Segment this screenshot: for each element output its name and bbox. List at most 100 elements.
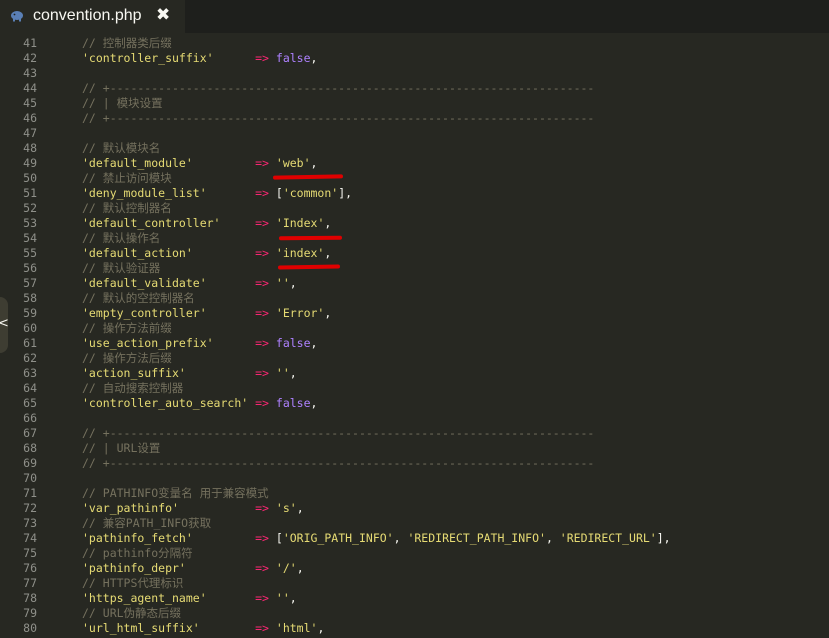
code-line[interactable]: 70 xyxy=(0,471,829,486)
code-line[interactable]: 80 'url_html_suffix' => 'html', xyxy=(0,621,829,636)
code-line[interactable]: 71 // PATHINFO变量名 用于兼容模式 xyxy=(0,486,829,501)
code-line[interactable]: 72 'var_pathinfo' => 's', xyxy=(0,501,829,516)
code-text: // 控制器类后缀 xyxy=(82,36,172,51)
code-line[interactable]: 51 'deny_module_list' => ['common'], xyxy=(0,186,829,201)
code-token: 'pathinfo_fetch' xyxy=(82,531,193,545)
code-line[interactable]: 77 // HTTPS代理标识 xyxy=(0,576,829,591)
tab-convention-php[interactable]: convention.php ✖ xyxy=(0,0,185,33)
code-token: , xyxy=(317,621,325,635)
code-line[interactable]: 59'empty_controller' => 'Error', xyxy=(0,306,829,321)
code-token: false xyxy=(275,51,311,65)
code-text: // 默认操作名 xyxy=(82,231,160,246)
line-number: 65 xyxy=(23,396,37,410)
code-token: => xyxy=(255,276,269,290)
code-line[interactable]: 53 'default_controller' => 'Index', xyxy=(0,216,829,231)
code-token: 'use_action_prefix' xyxy=(82,336,214,350)
code-text: // 操作方法前缀 xyxy=(82,321,172,336)
line-number: 42 xyxy=(23,51,37,65)
line-number: 78 xyxy=(23,591,37,605)
code-line[interactable]: 79 // URL伪静态后缀 xyxy=(0,606,829,621)
code-line[interactable]: 74 'pathinfo_fetch' => ['ORIG_PATH_INFO',… xyxy=(0,531,829,546)
tab-bar: convention.php ✖ xyxy=(0,0,829,33)
line-number: 43 xyxy=(23,66,37,80)
code-line[interactable]: 50 // 禁止访问模块 xyxy=(0,171,829,186)
code-text: // | 模块设置 xyxy=(82,96,163,111)
line-number: 74 xyxy=(23,531,37,545)
code-text: 'pathinfo_depr' => '/', xyxy=(82,561,304,576)
code-line[interactable]: 64 // 自动搜索控制器 xyxy=(0,381,829,396)
code-token: => xyxy=(255,621,269,635)
code-line[interactable]: 46 // +----------------------------------… xyxy=(0,111,829,126)
code-text: 'var_pathinfo' => 's', xyxy=(82,501,304,516)
line-number: 45 xyxy=(23,96,37,110)
code-text: 'pathinfo_fetch' => ['ORIG_PATH_INFO', '… xyxy=(82,531,671,546)
code-line[interactable]: 41 // 控制器类后缀 xyxy=(0,36,829,51)
code-text: 'empty_controller' => 'Error', xyxy=(82,306,331,321)
code-line[interactable]: 56 // 默认验证器 xyxy=(0,261,829,276)
code-line[interactable]: 78 'https_agent_name' => '', xyxy=(0,591,829,606)
code-line[interactable]: 68 // | URL设置 xyxy=(0,441,829,456)
code-line[interactable]: 75 // pathinfo分隔符 xyxy=(0,546,829,561)
code-token: 'controller_auto_search' xyxy=(82,396,249,410)
line-number: 56 xyxy=(23,261,37,275)
line-number: 76 xyxy=(23,561,37,575)
code-editor[interactable]: 41 // 控制器类后缀 42 'controller_suffix' => fals… xyxy=(0,33,829,638)
code-token: // 默认验证器 xyxy=(82,261,161,275)
code-line[interactable]: 61'use_action_prefix' => false, xyxy=(0,336,829,351)
code-token: '/' xyxy=(275,561,297,575)
code-text: 'action_suffix' => '', xyxy=(82,366,297,381)
line-number: 75 xyxy=(23,546,37,560)
code-line[interactable]: 42 'controller_suffix' => false, xyxy=(0,51,829,66)
line-number: 72 xyxy=(23,501,37,515)
code-text: 'https_agent_name' => '', xyxy=(82,591,297,606)
line-number: 64 xyxy=(23,381,37,395)
code-line[interactable]: 49 'default_module' => 'web', xyxy=(0,156,829,171)
php-elephant-icon xyxy=(11,11,23,22)
code-token: 'url_html_suffix' xyxy=(82,621,200,635)
code-line[interactable]: 57 'default_validate' => '', xyxy=(0,276,829,291)
code-line[interactable]: 67 // +----------------------------------… xyxy=(0,426,829,441)
code-token: => xyxy=(255,186,269,200)
code-line[interactable]: 52 // 默认控制器名 xyxy=(0,201,829,216)
code-line[interactable]: 43 xyxy=(0,66,829,81)
code-line[interactable]: 44 // +----------------------------------… xyxy=(0,81,829,96)
code-token: // 控制器类后缀 xyxy=(82,36,172,50)
code-token: // 兼容PATH_INFO获取 xyxy=(82,516,212,530)
code-line[interactable]: 76 'pathinfo_depr' => '/', xyxy=(0,561,829,576)
code-token: => xyxy=(255,306,269,320)
code-line[interactable]: 47 xyxy=(0,126,829,141)
code-text: // +------------------------------------… xyxy=(82,456,594,471)
line-number: 80 xyxy=(23,621,37,635)
code-token: 'var_pathinfo' xyxy=(82,501,179,515)
side-panel-toggle[interactable]: < xyxy=(0,297,9,353)
code-line[interactable]: 54 // 默认操作名 xyxy=(0,231,829,246)
code-line[interactable]: 66 xyxy=(0,411,829,426)
code-line[interactable]: 58// 默认的空控制器名 xyxy=(0,291,829,306)
code-line[interactable]: 45 // | 模块设置 xyxy=(0,96,829,111)
code-text: 'default_action' => 'index', xyxy=(82,246,331,261)
code-line[interactable]: 63 'action_suffix' => '', xyxy=(0,366,829,381)
code-text: // | URL设置 xyxy=(82,441,160,456)
close-icon[interactable]: ✖ xyxy=(156,5,170,25)
code-line[interactable]: 48 // 默认模块名 xyxy=(0,141,829,156)
code-line[interactable]: 62 // 操作方法后缀 xyxy=(0,351,829,366)
code-line[interactable]: 60// 操作方法前缀 xyxy=(0,321,829,336)
code-line[interactable]: 69 // +----------------------------------… xyxy=(0,456,829,471)
code-token: , xyxy=(324,216,332,230)
code-token: 'default_module' xyxy=(82,156,193,170)
code-line[interactable]: 65 'controller_auto_search' => false, xyxy=(0,396,829,411)
code-token: '' xyxy=(275,366,290,380)
code-line[interactable]: 73 // 兼容PATH_INFO获取 xyxy=(0,516,829,531)
line-number: 57 xyxy=(23,276,37,290)
line-number: 79 xyxy=(23,606,37,620)
code-line[interactable]: 55 'default_action' => 'index', xyxy=(0,246,829,261)
code-token: , xyxy=(324,306,332,320)
